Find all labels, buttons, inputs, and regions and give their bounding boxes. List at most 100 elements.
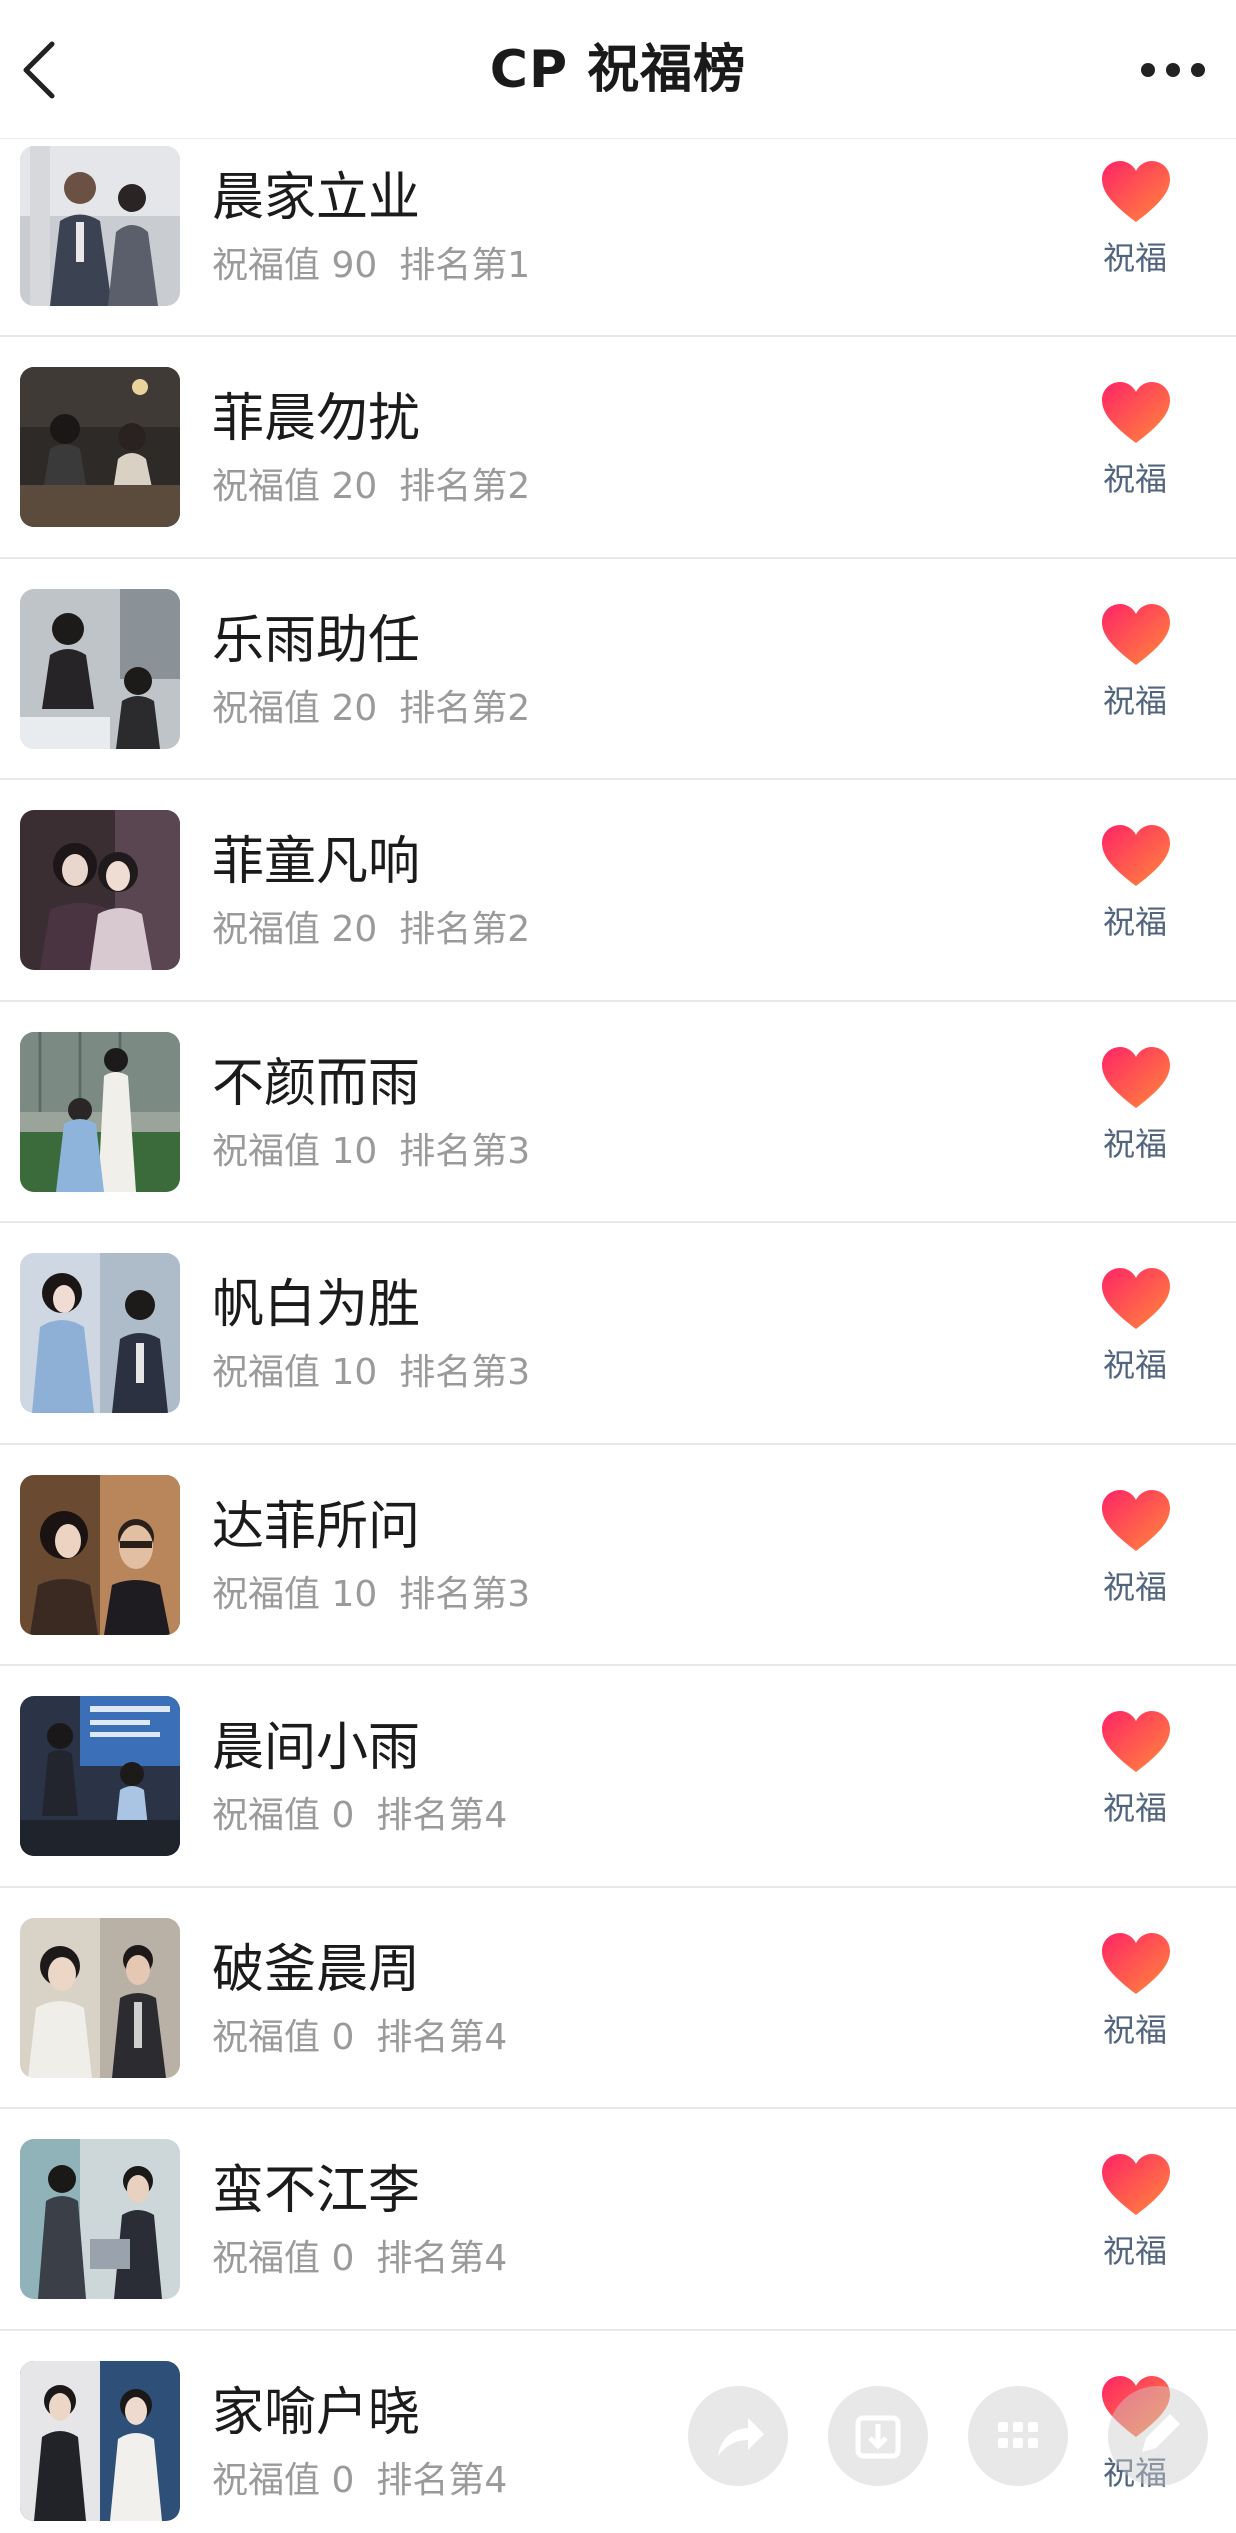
bless-button[interactable]: 祝福 bbox=[1080, 158, 1190, 308]
cp-meta: 祝福值 10 排名第3 bbox=[212, 1128, 530, 1176]
more-horizontal-icon bbox=[1141, 63, 1205, 77]
cp-name: 达菲所问 bbox=[212, 1496, 421, 1557]
download-button[interactable] bbox=[828, 2386, 928, 2486]
bless-button[interactable]: 祝福 bbox=[1080, 1487, 1190, 1637]
bless-label: 祝福 bbox=[1102, 903, 1167, 941]
bless-value: 祝福值 10 bbox=[212, 1573, 378, 1615]
heart-icon bbox=[1102, 1711, 1170, 1772]
cp-name: 不颜而雨 bbox=[212, 1053, 421, 1114]
bless-button[interactable]: 祝福 bbox=[1080, 2151, 1190, 2301]
list-item[interactable]: 帆白为胜 祝福值 10 排名第3 祝福 bbox=[0, 1223, 1236, 1445]
cp-meta: 祝福值 0 排名第4 bbox=[212, 1792, 507, 1840]
rank-label: 排名第4 bbox=[376, 1795, 508, 1836]
cp-thumbnail bbox=[20, 367, 180, 527]
cp-meta: 祝福值 0 排名第4 bbox=[212, 2014, 507, 2062]
list-item[interactable]: 不颜而雨 祝福值 10 排名第3 祝福 bbox=[0, 1002, 1236, 1223]
more-button[interactable] bbox=[1128, 40, 1218, 100]
cp-meta: 祝福值 20 排名第2 bbox=[212, 685, 530, 733]
nav-header: CP 祝福榜 bbox=[0, 0, 1236, 139]
list-item[interactable]: 达菲所问 祝福值 10 排名第3 祝福 bbox=[0, 1445, 1236, 1666]
cp-name: 家喻户晓 bbox=[212, 2382, 421, 2443]
rank-label: 排名第3 bbox=[399, 1352, 531, 1393]
list-item[interactable]: 菲晨勿扰 祝福值 20 排名第2 祝福 bbox=[0, 337, 1236, 559]
list-item[interactable]: 菲童凡响 祝福值 20 排名第2 祝福 bbox=[0, 780, 1236, 1002]
share-icon bbox=[718, 2418, 764, 2456]
heart-icon bbox=[1102, 2154, 1170, 2215]
bless-value: 祝福值 10 bbox=[212, 1130, 378, 1172]
list-item[interactable]: 破釜晨周 祝福值 0 排名第4 祝福 bbox=[0, 1888, 1236, 2109]
heart-icon bbox=[1102, 1489, 1170, 1551]
cp-thumbnail bbox=[20, 2360, 180, 2521]
cp-name: 破釜晨周 bbox=[212, 1939, 421, 2000]
bless-value: 祝福值 20 bbox=[212, 909, 378, 950]
bless-button[interactable]: 祝福 bbox=[1080, 1044, 1190, 1194]
bless-button[interactable]: 祝福 bbox=[1080, 822, 1190, 972]
bless-value: 祝福值 10 bbox=[212, 1352, 378, 1393]
bless-label: 祝福 bbox=[1102, 681, 1167, 720]
heart-icon bbox=[1102, 1268, 1170, 1329]
cp-name: 晨家立业 bbox=[212, 168, 421, 228]
bless-label: 祝福 bbox=[1102, 1346, 1167, 1384]
bless-value: 祝福值 90 bbox=[212, 245, 378, 286]
list-item[interactable]: 乐雨助任 祝福值 20 排名第2 祝福 bbox=[0, 559, 1236, 780]
heart-icon bbox=[1102, 825, 1170, 886]
cp-meta: 祝福值 10 排名第3 bbox=[212, 1571, 530, 1619]
cp-list: 晨家立业 祝福值 90 排名第1 祝福 菲晨勿扰 祝福值 20 排名第2 祝福 … bbox=[0, 138, 1236, 2533]
grid-icon bbox=[998, 2422, 1038, 2448]
cp-thumbnail bbox=[20, 1474, 180, 1635]
cp-meta: 祝福值 20 排名第2 bbox=[212, 463, 530, 511]
bless-button[interactable]: 祝福 bbox=[1080, 379, 1190, 529]
bless-value: 祝福值 20 bbox=[212, 466, 378, 507]
cp-meta: 祝福值 90 排名第1 bbox=[212, 242, 530, 290]
list-item[interactable]: 蛮不江李 祝福值 0 排名第4 祝福 bbox=[0, 2109, 1236, 2331]
bless-label: 祝福 bbox=[1102, 239, 1167, 277]
cp-meta: 祝福值 10 排名第3 bbox=[212, 1349, 530, 1397]
cp-thumbnail bbox=[20, 1031, 180, 1192]
cp-name: 帆白为胜 bbox=[212, 1275, 421, 1335]
heart-icon bbox=[1102, 603, 1170, 665]
rank-label: 排名第1 bbox=[399, 245, 531, 286]
bless-value: 祝福值 0 bbox=[212, 2238, 355, 2279]
cp-name: 晨间小雨 bbox=[212, 1718, 421, 1778]
rank-label: 排名第4 bbox=[376, 2459, 508, 2501]
bless-label: 祝福 bbox=[1102, 1567, 1167, 1606]
bless-button[interactable]: 祝福 bbox=[1080, 1708, 1190, 1858]
cp-thumbnail bbox=[20, 1917, 180, 2078]
page: CP 祝福榜 晨家立业 祝福值 90 排名第1 祝福 菲晨勿扰 祝福值 20 排… bbox=[0, 0, 1236, 2533]
bless-label: 祝福 bbox=[1102, 2232, 1167, 2270]
cp-meta: 祝福值 0 排名第4 bbox=[212, 2235, 507, 2283]
cp-thumbnail bbox=[20, 810, 180, 970]
page-title: CP 祝福榜 bbox=[489, 40, 747, 100]
cp-thumbnail bbox=[20, 1696, 180, 1856]
rank-label: 排名第4 bbox=[376, 2238, 508, 2279]
grid-button[interactable] bbox=[968, 2386, 1068, 2486]
share-button[interactable] bbox=[688, 2386, 788, 2486]
heart-icon bbox=[1102, 382, 1170, 443]
bless-label: 祝福 bbox=[1102, 460, 1167, 498]
cp-thumbnail bbox=[20, 588, 180, 749]
edit-button[interactable] bbox=[1108, 2386, 1208, 2486]
list-item[interactable]: 晨家立业 祝福值 90 排名第1 祝福 bbox=[0, 138, 1236, 337]
cp-meta: 祝福值 20 排名第2 bbox=[212, 906, 530, 954]
heart-icon bbox=[1102, 1046, 1170, 1108]
rank-label: 排名第4 bbox=[376, 2016, 508, 2058]
bless-button[interactable]: 祝福 bbox=[1080, 1265, 1190, 1415]
rank-label: 排名第2 bbox=[399, 909, 531, 950]
edit-icon bbox=[1142, 2414, 1180, 2452]
download-icon bbox=[855, 2415, 901, 2459]
cp-thumbnail bbox=[20, 1253, 180, 1413]
cp-name: 菲晨勿扰 bbox=[212, 389, 421, 449]
bless-label: 祝福 bbox=[1102, 2010, 1167, 2049]
heart-icon bbox=[1102, 161, 1170, 222]
bless-value: 祝福值 0 bbox=[212, 2016, 355, 2058]
bless-button[interactable]: 祝福 bbox=[1080, 1930, 1190, 2080]
heart-icon bbox=[1102, 1932, 1170, 1994]
list-item[interactable]: 晨间小雨 祝福值 0 排名第4 祝福 bbox=[0, 1666, 1236, 1888]
cp-thumbnail bbox=[20, 2139, 180, 2299]
cp-thumbnail bbox=[20, 146, 180, 306]
cp-name: 菲童凡响 bbox=[212, 832, 421, 892]
bless-button[interactable]: 祝福 bbox=[1080, 601, 1190, 751]
rank-label: 排名第3 bbox=[399, 1573, 531, 1615]
bless-label: 祝福 bbox=[1102, 1789, 1167, 1827]
rank-label: 排名第2 bbox=[399, 687, 531, 729]
